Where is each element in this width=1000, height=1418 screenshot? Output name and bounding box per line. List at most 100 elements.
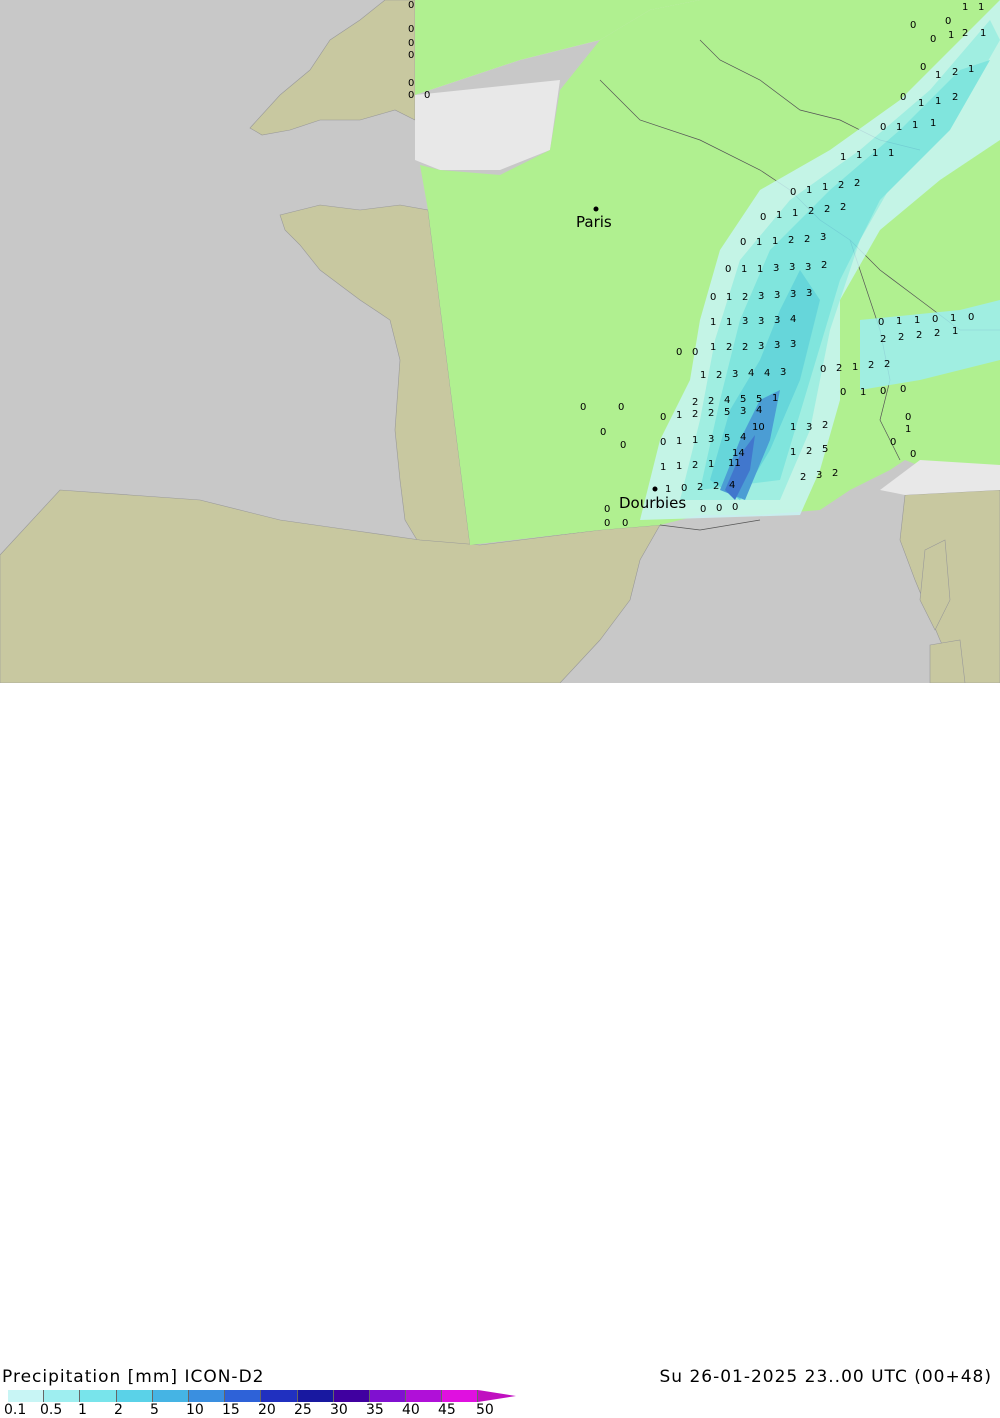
svg-text:1: 1 [776,210,782,221]
svg-text:1: 1 [676,461,682,472]
svg-text:4: 4 [756,405,762,416]
svg-text:1: 1 [806,185,812,196]
svg-text:3: 3 [758,291,764,302]
svg-text:2: 2 [916,330,922,341]
svg-text:2: 2 [804,234,810,245]
valid-time: Su 26-01-2025 23..00 UTC (00+48) [659,1367,992,1387]
svg-text:2: 2 [716,370,722,381]
svg-text:4: 4 [729,480,735,491]
colorbar-tick-label: 0.1 [4,1402,27,1418]
svg-text:1: 1 [962,2,968,13]
svg-text:2: 2 [824,204,830,215]
svg-text:3: 3 [774,315,780,326]
svg-text:0: 0 [600,427,606,438]
svg-text:0: 0 [880,122,886,133]
svg-text:1: 1 [912,120,918,131]
svg-text:1: 1 [948,30,954,41]
colorbar-ticks: 0.1 0.5 1 2 5 10 15 20 25 30 35 40 45 50 [0,1402,540,1418]
svg-text:4: 4 [740,432,746,443]
svg-text:4: 4 [748,368,754,379]
svg-text:3: 3 [805,262,811,273]
colorbar-swatch [225,1390,262,1402]
colorbar-swatch [152,1390,189,1402]
svg-text:0: 0 [700,504,706,515]
svg-text:3: 3 [820,232,826,243]
colorbar [8,1390,517,1402]
svg-text:2: 2 [708,396,714,407]
svg-text:5: 5 [724,433,730,444]
colorbar-tick-label: 35 [366,1402,384,1418]
map-area[interactable]: 0011 0121 0121 0112 0111 1111 01122 0112… [0,0,1000,683]
paris-marker [593,206,599,212]
svg-text:1: 1 [700,370,706,381]
svg-text:3: 3 [732,369,738,380]
svg-text:0: 0 [580,402,586,413]
med-water [880,460,1000,495]
svg-text:1: 1 [872,148,878,159]
colorbar-swatch [8,1390,45,1402]
svg-text:2: 2 [822,420,828,431]
svg-text:3: 3 [780,367,786,378]
svg-text:0: 0 [878,317,884,328]
svg-text:0: 0 [920,62,926,73]
svg-text:3: 3 [789,262,795,273]
svg-text:1: 1 [756,237,762,248]
map-canvas: 0 01 1 0121 01 2 1 01 1 2 0111 1111 01122 0112… [0,0,1000,683]
svg-text:1: 1 [852,362,858,373]
svg-text:4: 4 [724,395,730,406]
colorbar-swatch [333,1390,370,1402]
svg-text:4: 4 [764,368,770,379]
svg-text:1: 1 [790,422,796,433]
svg-text:1: 1 [741,264,747,275]
svg-text:1: 1 [914,315,920,326]
svg-text:1: 1 [952,326,958,337]
svg-text:2: 2 [692,409,698,420]
svg-text:0: 0 [692,347,698,358]
colorbar-swatch [188,1390,226,1402]
svg-text:1: 1 [726,317,732,328]
svg-text:1: 1 [840,152,846,163]
svg-text:2: 2 [692,460,698,471]
svg-text:3: 3 [758,341,764,352]
product-title: Precipitation [mm] ICON-D2 [2,1367,265,1387]
svg-text:1: 1 [888,148,894,159]
svg-text:3: 3 [758,316,764,327]
svg-text:1: 1 [692,435,698,446]
svg-text:1: 1 [980,28,986,39]
svg-text:1: 1 [726,292,732,303]
svg-text:0: 0 [408,90,414,101]
colorbar-swatch [80,1390,117,1402]
svg-text:1: 1 [930,118,936,129]
svg-text:0: 0 [710,292,716,303]
colorbar-swatch [406,1390,443,1402]
svg-text:0: 0 [725,264,731,275]
uk-land [249,0,416,136]
svg-text:2: 2 [832,468,838,479]
svg-text:2: 2 [726,342,732,353]
colorbar-arrow [478,1390,517,1402]
svg-text:3: 3 [816,470,822,481]
svg-text:1: 1 [905,424,911,435]
svg-text:1: 1 [950,313,956,324]
svg-text:1: 1 [935,96,941,107]
svg-text:3: 3 [806,422,812,433]
svg-text:1: 1 [676,410,682,421]
svg-text:0: 0 [910,20,916,31]
svg-text:0: 0 [622,518,628,529]
colorbar-tick-label: 0.5 [40,1402,63,1418]
svg-text:0: 0 [945,16,951,27]
svg-text:2: 2 [898,332,904,343]
svg-text:3: 3 [773,263,779,274]
colorbar-swatch [116,1390,153,1402]
svg-text:2: 2 [742,292,748,303]
colorbar-tick-label: 50 [476,1402,494,1418]
colorbar-tick-label: 45 [438,1402,456,1418]
svg-text:5: 5 [740,394,746,405]
svg-text:0: 0 [618,402,624,413]
svg-text:2: 2 [708,408,714,419]
svg-text:1: 1 [772,393,778,404]
svg-text:0: 0 [408,78,414,89]
svg-text:1: 1 [792,208,798,219]
svg-text:2: 2 [854,178,860,189]
svg-text:2: 2 [788,235,794,246]
